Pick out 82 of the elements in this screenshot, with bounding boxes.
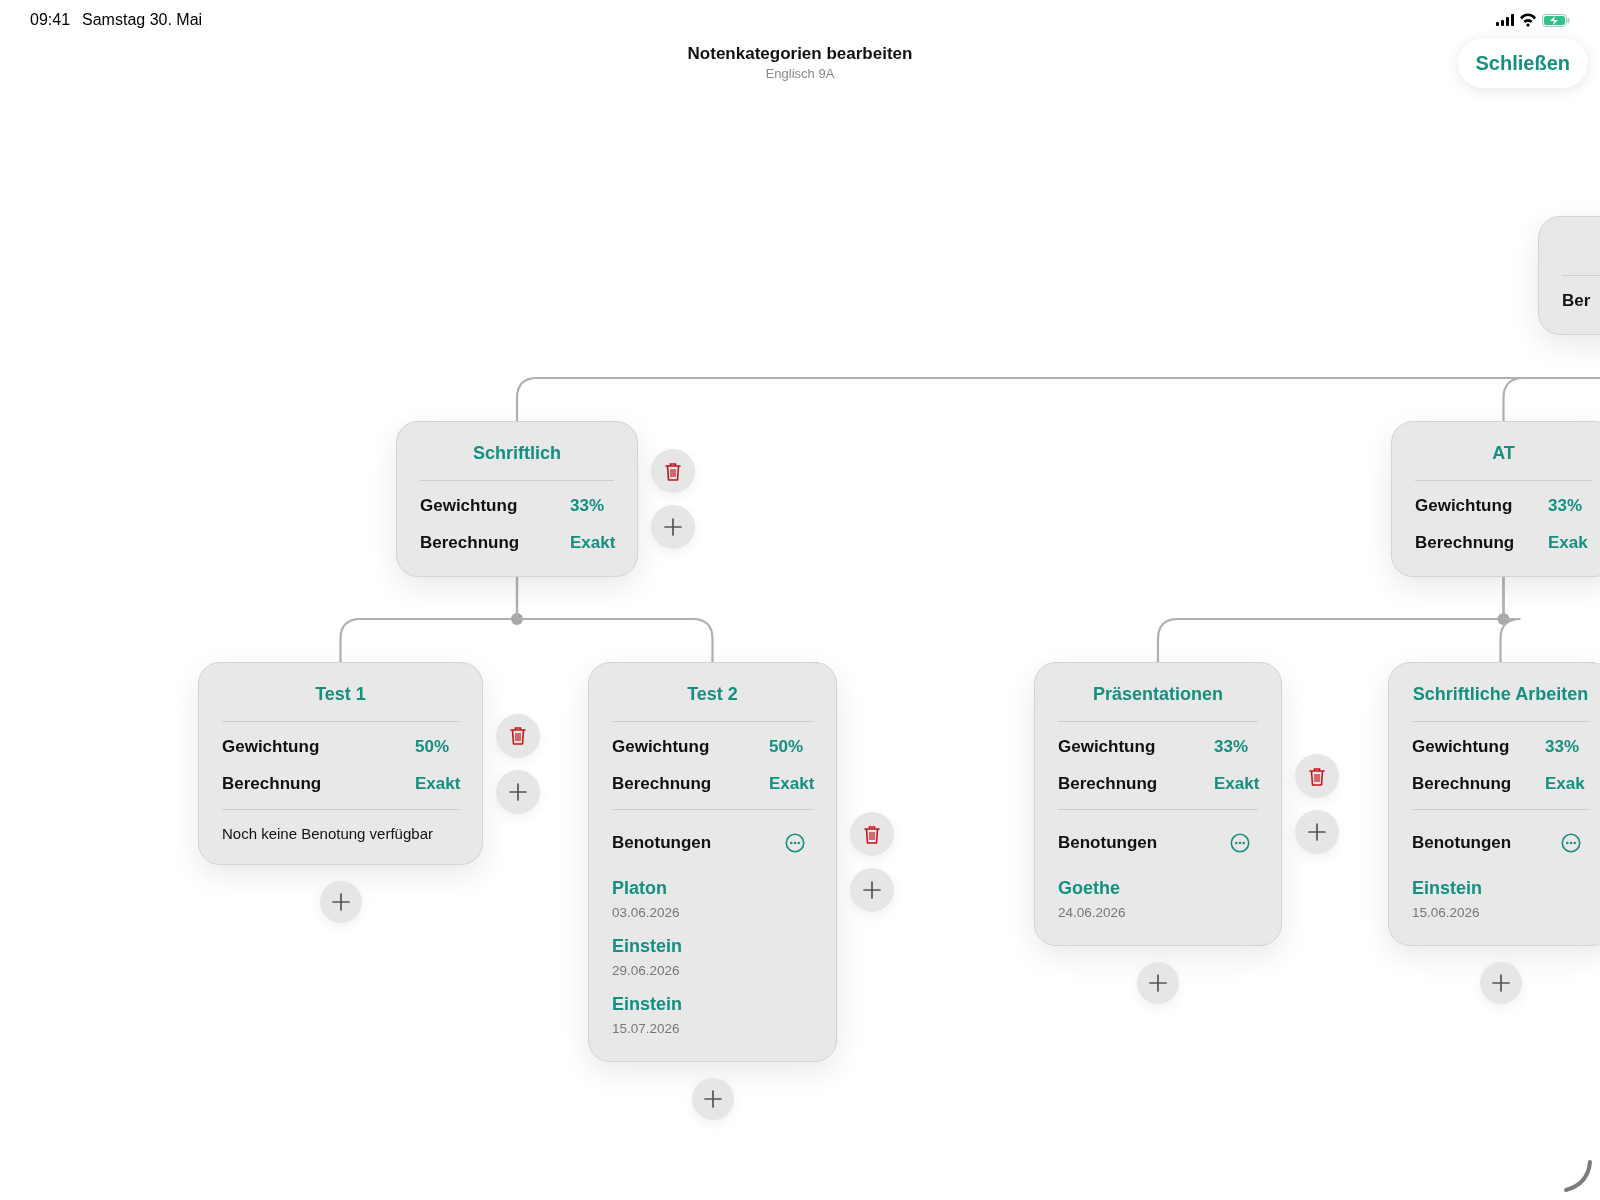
trash-icon <box>862 823 882 845</box>
field-label: Berechnung <box>1412 773 1513 794</box>
screen-title: Notenkategorien bearbeiten <box>687 44 913 64</box>
add-button[interactable] <box>1137 962 1179 1004</box>
add-button[interactable] <box>691 1078 734 1120</box>
junction-dot <box>1497 613 1510 625</box>
field-value[interactable]: 33% <box>570 495 614 516</box>
field-label: Berechnung <box>1058 773 1159 794</box>
plus-icon <box>1491 974 1510 992</box>
field-value[interactable]: Exak <box>1548 532 1592 553</box>
close-button[interactable]: Schließen <box>1457 38 1588 88</box>
plus-icon <box>664 518 682 536</box>
grade-name[interactable]: Goethe <box>1058 876 1120 900</box>
category-title: Test 2 <box>687 684 738 704</box>
grade-date: 29.06.2026 <box>612 962 680 980</box>
category-title: AT <box>1492 443 1515 463</box>
field-value[interactable]: Exakt <box>769 773 813 794</box>
grade-name[interactable]: Einstein <box>1412 876 1482 900</box>
wifi-icon <box>1519 13 1537 27</box>
status-time: 09:41 <box>30 11 71 29</box>
delete-button[interactable] <box>1295 754 1339 798</box>
field-value[interactable]: 33% <box>1545 736 1589 757</box>
plus-icon <box>863 881 881 899</box>
field-value[interactable]: 33% <box>1548 495 1592 516</box>
category-title: Schriftlich <box>473 443 561 463</box>
trash-icon <box>1307 765 1327 787</box>
junction-dot <box>511 613 523 625</box>
field-label: Gewichtung <box>222 736 321 757</box>
grade-date: 24.06.2026 <box>1058 904 1126 922</box>
field-value[interactable]: 50% <box>415 736 459 757</box>
section-heading: Benotungen <box>1412 833 1512 853</box>
plus-icon <box>1149 974 1167 992</box>
field-label: Gewichtung <box>420 495 519 516</box>
status-date: Samstag 30. Mai <box>82 11 203 29</box>
battery-icon <box>1542 13 1570 27</box>
add-button[interactable] <box>651 505 695 549</box>
category-title: Präsentationen <box>1092 684 1223 704</box>
category-title: Test 1 <box>315 684 366 704</box>
more-icon[interactable] <box>785 833 805 853</box>
section-heading: Benotungen <box>1058 833 1158 853</box>
signal-icon <box>1496 14 1514 26</box>
field-label: Berechnung <box>612 773 713 794</box>
grade-name[interactable]: Einstein <box>612 934 682 958</box>
grade-date: 15.07.2026 <box>612 1020 680 1038</box>
field-value[interactable]: Exakt <box>415 773 459 794</box>
empty-note: Noch keine Benotung verfügbar <box>222 825 433 842</box>
screen-subtitle: Englisch 9A <box>765 66 835 81</box>
grade-name[interactable]: Einstein <box>612 992 682 1016</box>
field-value[interactable]: 33% <box>1214 736 1258 757</box>
field-value[interactable]: Exakt <box>570 532 614 553</box>
grade-date: 03.06.2026 <box>612 904 680 922</box>
delete-button[interactable] <box>850 812 894 856</box>
category-title: Schriftliche Arbeiten <box>1412 684 1589 704</box>
field-label: Berechnung <box>420 532 521 553</box>
field-label: Gewichtung <box>1058 736 1157 757</box>
field-label: Gewichtung <box>612 736 711 757</box>
section-heading: Benotungen <box>612 833 712 853</box>
field-value[interactable]: 50% <box>769 736 813 757</box>
field-label: Ber <box>1562 290 1592 311</box>
add-button[interactable] <box>1479 962 1522 1004</box>
more-icon[interactable] <box>1230 833 1250 853</box>
field-value[interactable]: Exakt <box>1214 773 1258 794</box>
add-button[interactable] <box>850 868 894 912</box>
field-label: Berechnung <box>1415 532 1516 553</box>
field-label: Gewichtung <box>1415 495 1514 516</box>
trash-icon <box>508 725 528 746</box>
grade-date: 15.06.2026 <box>1412 904 1480 922</box>
plus-icon <box>703 1090 722 1108</box>
plus-icon <box>509 782 527 801</box>
grade-name[interactable]: Platon <box>612 876 667 900</box>
delete-button[interactable] <box>651 449 695 493</box>
more-icon[interactable] <box>1561 833 1581 853</box>
plus-icon <box>331 893 350 911</box>
delete-button[interactable] <box>496 713 540 758</box>
add-button[interactable] <box>496 769 540 814</box>
add-button[interactable] <box>319 881 362 923</box>
field-value[interactable]: Exak <box>1545 773 1589 794</box>
field-label: Gewichtung <box>1412 736 1511 757</box>
field-label: Berechnung <box>222 773 323 794</box>
add-button[interactable] <box>1295 810 1339 854</box>
plus-icon <box>1308 823 1326 841</box>
trash-icon <box>663 460 683 482</box>
